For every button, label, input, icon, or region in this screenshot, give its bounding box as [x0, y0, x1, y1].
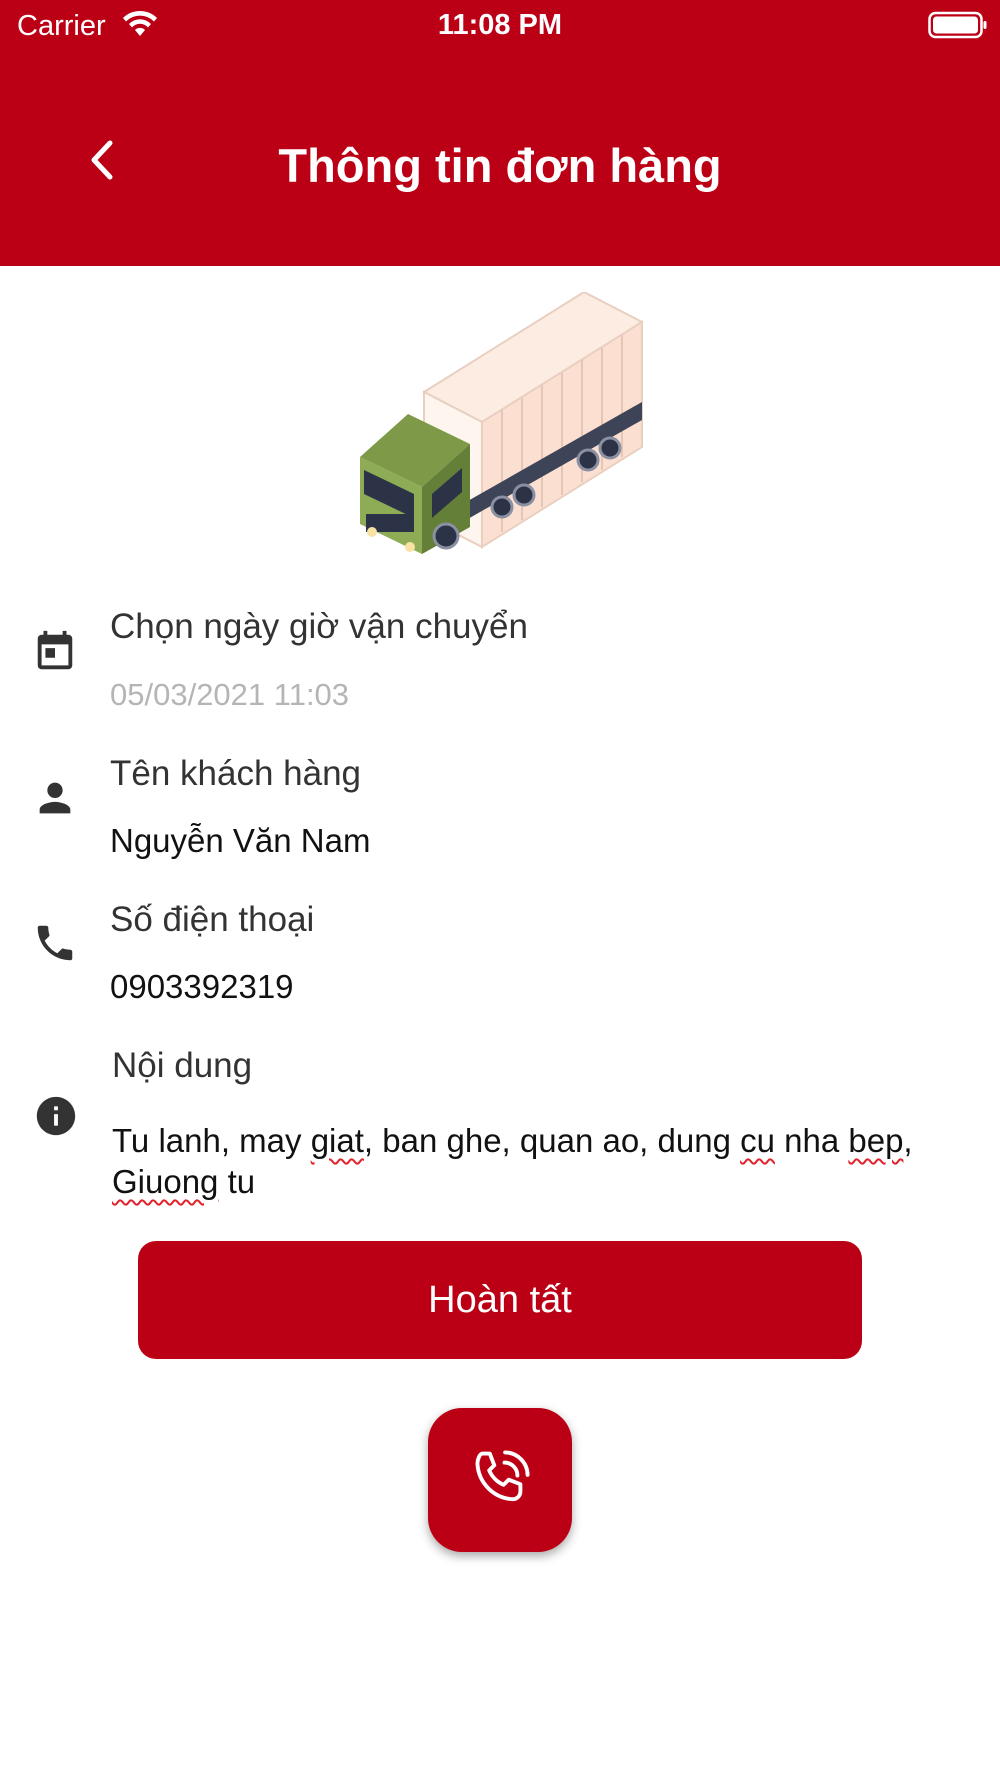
calendar-icon	[37, 630, 73, 670]
content-text-misspelled: giat	[310, 1122, 364, 1159]
date-label: Chọn ngày giờ vận chuyển	[110, 607, 528, 646]
phone-label: Số điện thoại	[110, 900, 315, 939]
status-time: 11:08 PM	[437, 9, 563, 41]
content-text-segment: tu	[218, 1163, 256, 1200]
person-icon	[39, 782, 71, 814]
customer-label: Tên khách hàng	[110, 754, 362, 793]
done-button[interactable]: Hoàn tất	[138, 1241, 862, 1359]
status-bar: Carrier 11:08 PM	[0, 0, 1000, 52]
phone-number-value: 0903392319	[110, 968, 294, 1005]
content-text-segment: , ban ghe, quan ao, dung	[363, 1122, 741, 1159]
header-bar: Carrier 11:08 PM Thông tin đơn hàng	[0, 0, 1000, 266]
content-text-misspelled: Giuong	[112, 1163, 219, 1200]
battery-icon	[928, 11, 987, 39]
customer-name-value: Nguyễn Văn Nam	[110, 822, 371, 859]
content-text-misspelled: cu	[740, 1122, 775, 1159]
phone-icon	[37, 925, 73, 961]
content-text-segment: Tu lanh, may	[112, 1122, 311, 1159]
content-text-segment: nha	[774, 1122, 849, 1159]
truck-illustration	[360, 292, 645, 554]
content-text-segment: ,	[903, 1122, 913, 1159]
content-text-misspelled: bep	[848, 1122, 904, 1159]
page-title: Thông tin đơn hàng	[278, 139, 722, 192]
info-icon	[36, 1096, 76, 1136]
phone-call-icon	[475, 1450, 530, 1502]
call-button[interactable]	[428, 1408, 572, 1552]
content-text-area[interactable]: Tu lanh, may giat, ban ghe, quan ao, dun…	[112, 1120, 972, 1202]
date-value-field[interactable]: 05/03/2021 11:03	[110, 677, 349, 713]
content-label: Nội dung	[112, 1046, 253, 1085]
